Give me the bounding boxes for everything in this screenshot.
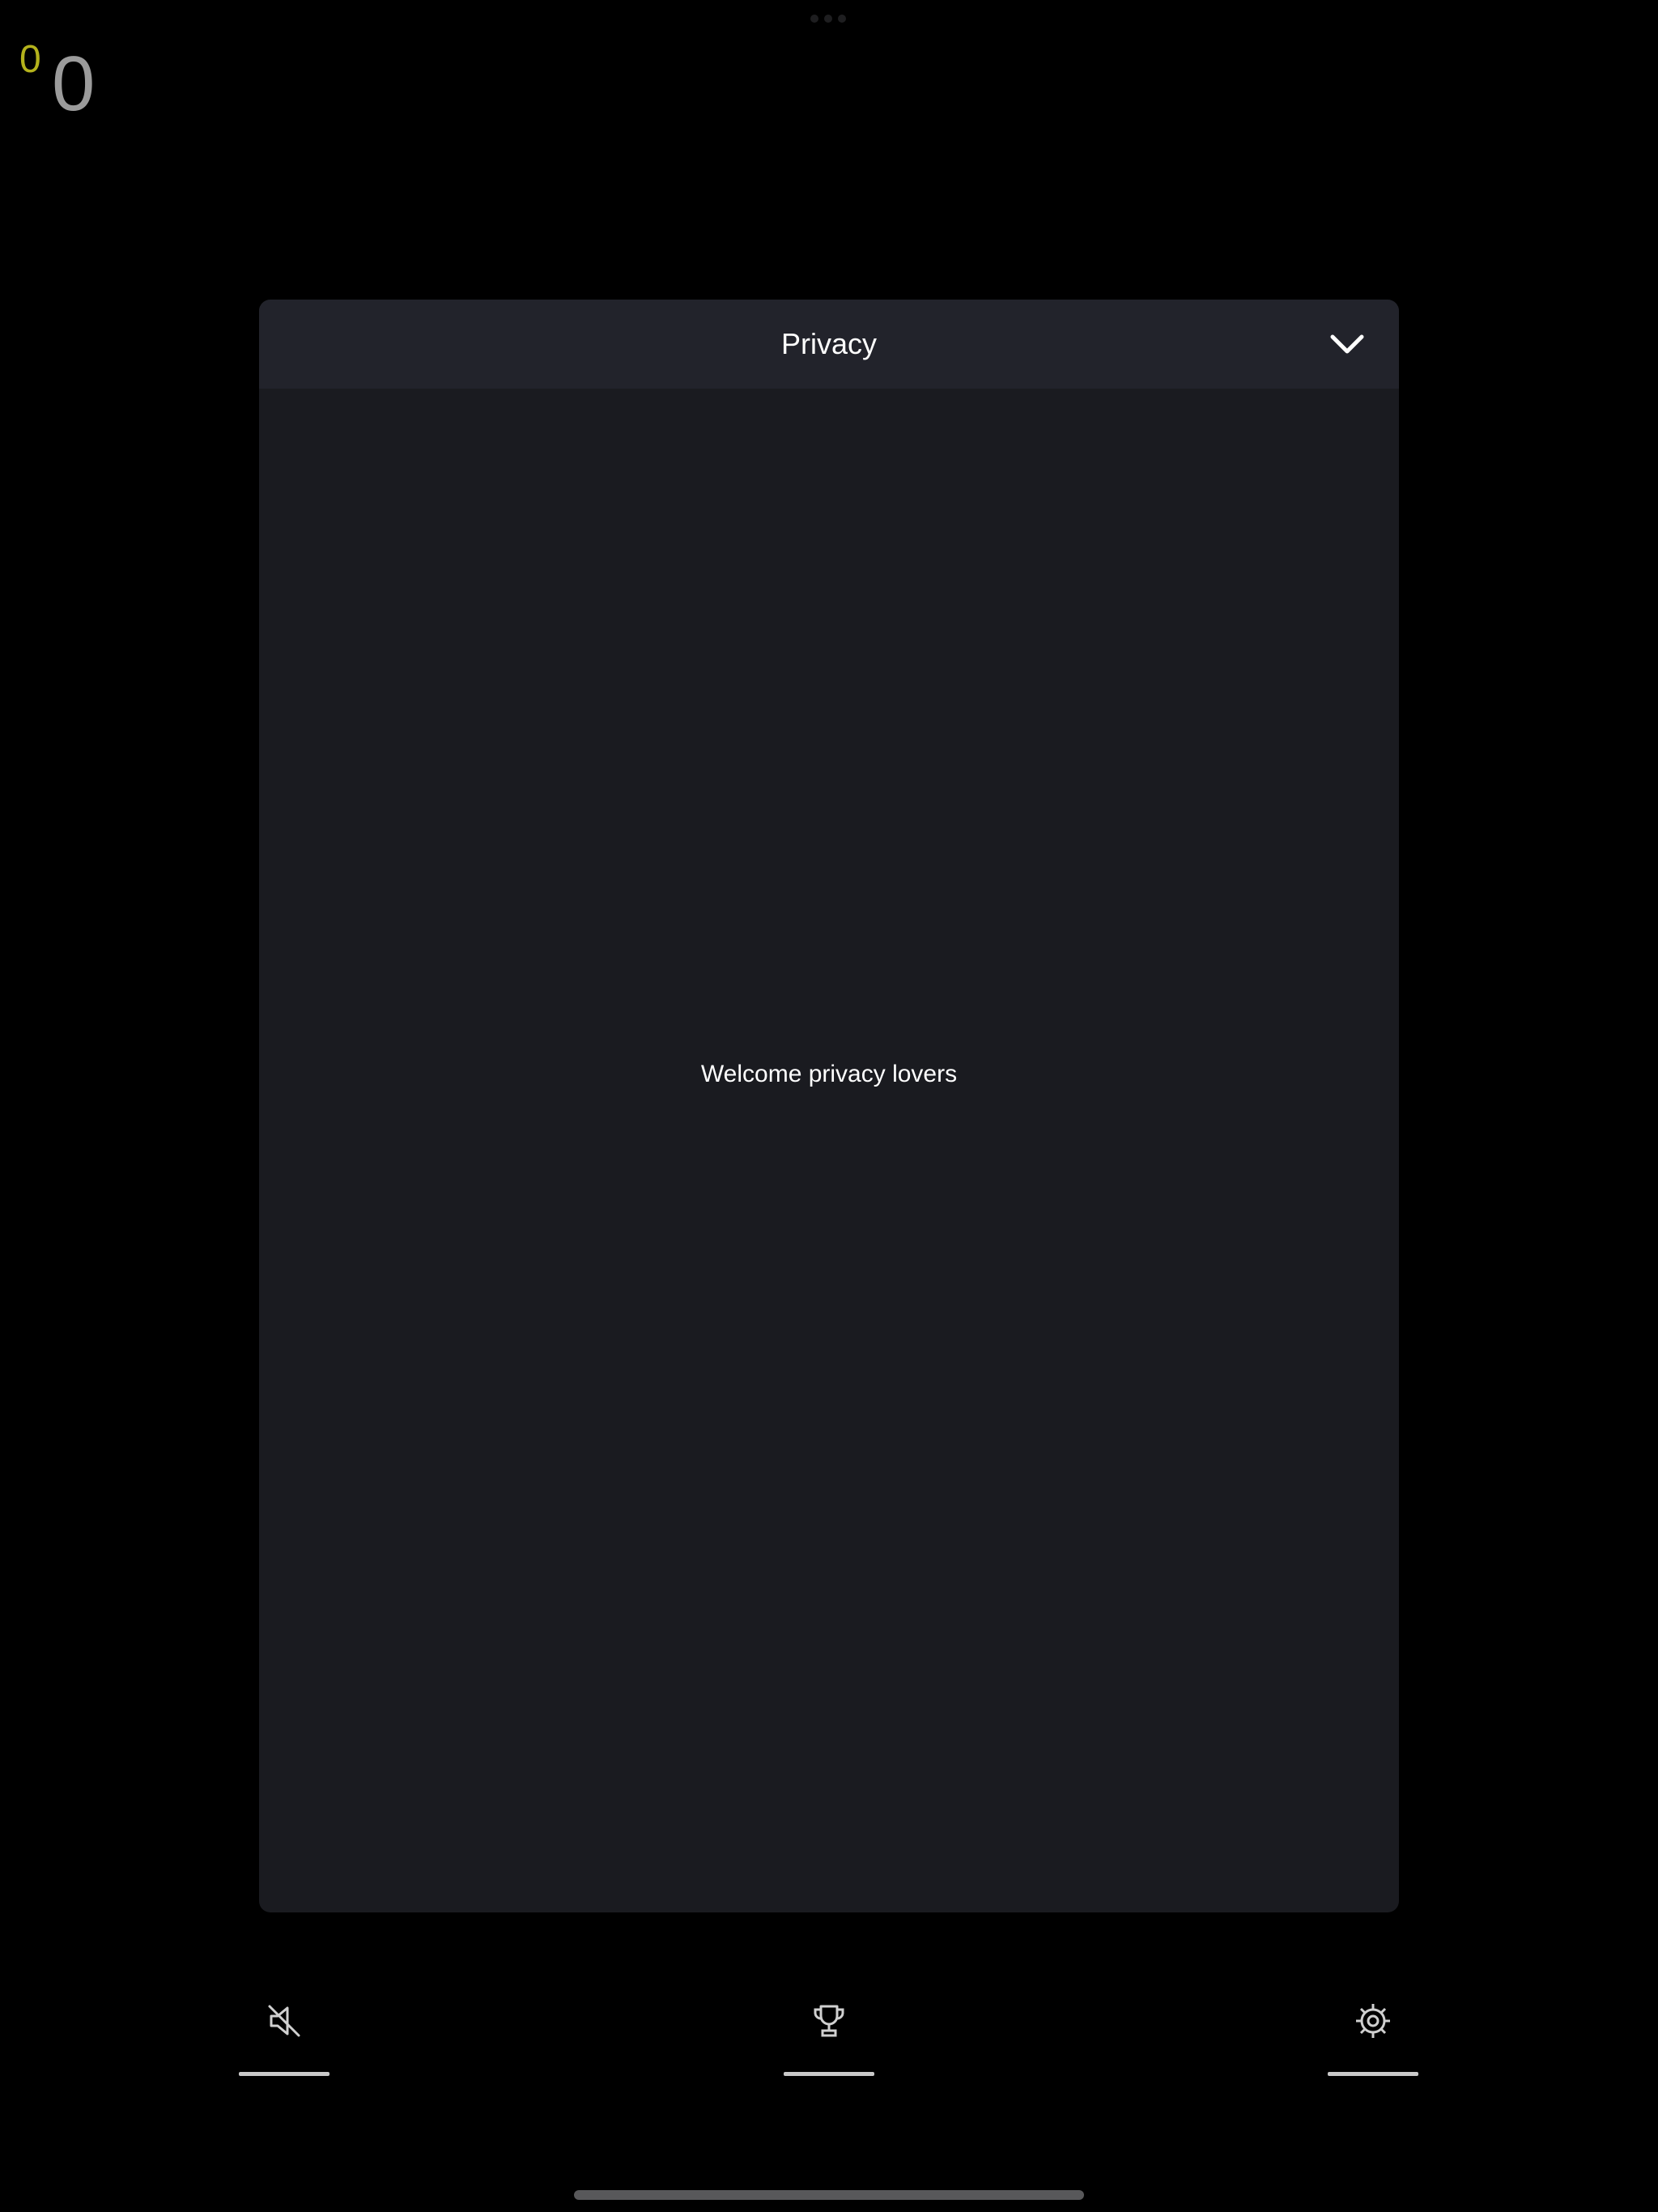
game-screen: 0 0 Privacy Welcome privacy lovers <box>0 0 1658 2212</box>
multitasking-dots[interactable] <box>810 15 846 23</box>
privacy-modal: Privacy Welcome privacy lovers <box>259 300 1399 1912</box>
score-big: 0 <box>52 40 96 127</box>
welcome-message: Welcome privacy lovers <box>700 1061 958 1087</box>
modal-header: Privacy <box>259 300 1399 389</box>
mute-underline <box>239 2072 329 2076</box>
modal-title: Privacy <box>780 327 878 360</box>
home-indicator[interactable] <box>574 2190 1084 2200</box>
dot-icon <box>824 15 832 23</box>
mute-button[interactable] <box>239 2001 329 2076</box>
score-small: 0 <box>19 38 41 81</box>
dot-icon <box>838 15 846 23</box>
close-button[interactable] <box>1328 328 1367 360</box>
chevron-down-icon <box>1330 334 1364 354</box>
modal-body: Welcome privacy lovers <box>259 389 1399 1912</box>
leaderboard-button[interactable] <box>784 2001 874 2076</box>
trophy-icon <box>810 2001 848 2040</box>
settings-button[interactable] <box>1328 2001 1418 2076</box>
leaderboard-underline <box>784 2072 874 2076</box>
gear-icon <box>1354 2001 1392 2040</box>
dot-icon <box>810 15 818 23</box>
settings-underline <box>1328 2072 1418 2076</box>
speaker-muted-icon <box>265 2001 304 2040</box>
